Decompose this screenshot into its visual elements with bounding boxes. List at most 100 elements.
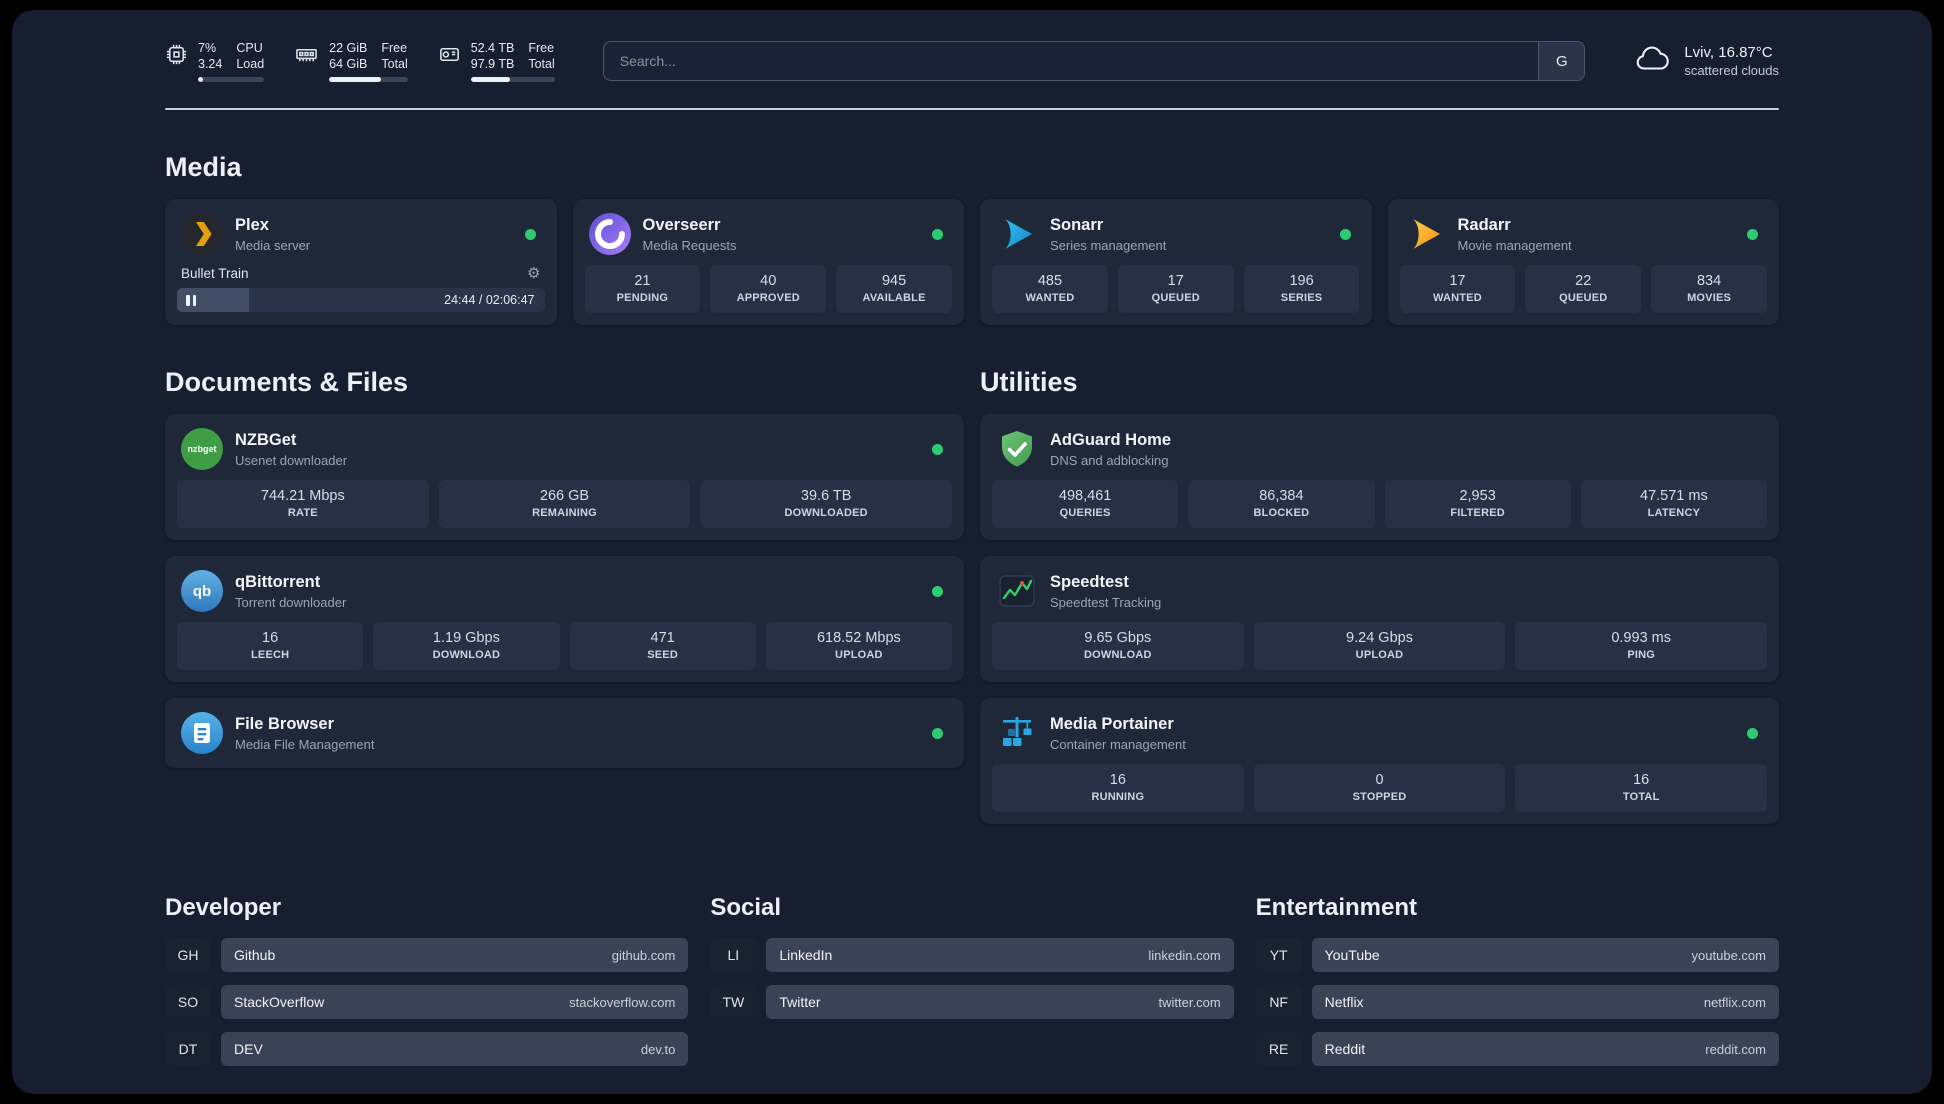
app-name: Media Portainer: [1050, 714, 1174, 733]
adguard-card[interactable]: AdGuard Home DNS and adblocking 498,461 …: [980, 414, 1779, 540]
bookmark-group-title: Entertainment: [1255, 894, 1418, 921]
status-dot: [932, 727, 943, 739]
stat-label: LEECH: [250, 649, 290, 661]
bookmark-abbr: NF: [1255, 985, 1302, 1019]
bookmark-reddit[interactable]: RE Reddit reddit.com: [1255, 1032, 1779, 1066]
widget-settings-gear-icon[interactable]: ⚙: [527, 266, 540, 281]
bookmark-name: StackOverflow: [234, 994, 325, 1010]
status-dot: [932, 443, 943, 455]
search-input[interactable]: [603, 42, 1539, 80]
nzbget-card[interactable]: nzbget NZBGet Usenet downloader 744.21 M…: [165, 414, 964, 540]
stat-remaining: 266 GB REMAINING: [438, 480, 691, 528]
stat-approved: 40 APPROVED: [710, 265, 827, 313]
bookmark-twitter[interactable]: TW Twitter twitter.com: [710, 985, 1234, 1019]
stat-label: FILTERED: [1450, 507, 1505, 519]
app-subtitle: Media Requests: [642, 237, 737, 253]
filebrowser-icon: [181, 712, 223, 754]
stat-label: AVAILABLE: [862, 292, 926, 304]
overseerr-card[interactable]: Overseerr Media Requests 21 PENDING 40 A…: [572, 199, 964, 325]
stat-pending: 21 PENDING: [584, 265, 701, 313]
bookmark-group-entertainment: Entertainment YT YouTube youtube.com NF …: [1255, 894, 1779, 1079]
filebrowser-card[interactable]: File Browser Media File Management: [165, 698, 964, 768]
stat-value: 485: [1037, 273, 1063, 289]
bookmark-abbr: DT: [165, 1032, 211, 1066]
plex-card[interactable]: Plex Media server Bullet Train ⚙ 24:44 /…: [165, 199, 557, 325]
memory-ram-icon: [294, 40, 319, 71]
app-name: AdGuard Home: [1050, 430, 1172, 449]
bookmark-youtube[interactable]: YT YouTube youtube.com: [1255, 938, 1779, 972]
bookmark-group-title: Social: [710, 894, 782, 921]
stat-download: 1.19 Gbps DOWNLOAD: [373, 622, 560, 670]
cpu-stat-group: 7% 3.24 CPU Load: [165, 40, 265, 82]
app-name: Speedtest: [1050, 572, 1129, 591]
section-title-documents: Documents & Files: [165, 367, 409, 397]
stat-available: 945 AVAILABLE: [836, 265, 952, 313]
bookmark-group-title: Developer: [165, 894, 282, 921]
stat-wanted: 17 WANTED: [1399, 265, 1516, 313]
stat-value: 47.571 ms: [1640, 488, 1708, 504]
disk-stat-group: 52.4 TB 97.9 TB Free Total: [438, 40, 555, 82]
stat-value: 22: [1575, 273, 1592, 289]
qbittorrent-card[interactable]: qb qBittorrent Torrent downloader 16 LEE…: [165, 556, 964, 682]
media-card-row: Plex Media server Bullet Train ⚙ 24:44 /…: [165, 199, 1779, 325]
app-subtitle: Movie management: [1457, 237, 1572, 253]
playback-progress-bar[interactable]: 24:44 / 02:06:47: [177, 288, 545, 312]
stat-value: 21: [634, 273, 651, 289]
stat-label: WANTED: [1025, 292, 1075, 304]
bookmark-name: Twitter: [779, 994, 821, 1010]
stat-queued: 22 QUEUED: [1525, 265, 1642, 313]
overseerr-icon: [588, 213, 631, 255]
stat-label: SEED: [647, 649, 678, 661]
sonarr-card[interactable]: Sonarr Series management 485 WANTED 17 Q…: [980, 199, 1372, 325]
stat-label: QUEUED: [1559, 292, 1608, 304]
app-subtitle: DNS and adblocking: [1050, 452, 1169, 468]
bookmark-abbr: LI: [710, 938, 757, 972]
bookmark-abbr: RE: [1255, 1032, 1302, 1066]
cpu-usage-bar: [198, 77, 265, 82]
stat-running: 16 RUNNING: [992, 764, 1244, 812]
bookmark-name: YouTube: [1324, 947, 1380, 963]
bookmark-dev[interactable]: DT DEV dev.to: [165, 1032, 689, 1066]
bookmark-name: Reddit: [1324, 1041, 1366, 1057]
stat-value: 618.52 Mbps: [816, 630, 901, 646]
disk-total-value: 97.9 TB: [470, 57, 515, 71]
stat-value: 86,384: [1259, 488, 1304, 504]
bookmark-url: stackoverflow.com: [569, 994, 676, 1010]
qbittorrent-icon: qb: [181, 570, 223, 612]
memory-total-value: 64 GiB: [329, 57, 368, 71]
disk-free-value: 52.4 TB: [470, 41, 515, 55]
status-dot: [932, 228, 943, 240]
bookmark-url: linkedin.com: [1148, 947, 1221, 963]
status-dot: [524, 228, 536, 240]
memory-free-label: Free: [381, 41, 408, 55]
bookmark-linkedin[interactable]: LI LinkedIn linkedin.com: [710, 938, 1234, 972]
portainer-card[interactable]: Media Portainer Container management 16 …: [980, 698, 1779, 824]
app-name: Radarr: [1457, 215, 1511, 234]
cpu-load-label: Load: [236, 57, 265, 71]
bookmark-abbr: SO: [165, 985, 211, 1019]
stat-value: 2,953: [1459, 488, 1496, 504]
app-subtitle: Speedtest Tracking: [1050, 594, 1162, 610]
stat-value: 498,461: [1058, 488, 1112, 504]
stat-label: DOWNLOADED: [784, 507, 868, 519]
playback-time: 24:44 / 02:06:47: [444, 293, 535, 307]
stat-rate: 744.21 Mbps RATE: [177, 480, 429, 528]
cloud-icon: [1633, 43, 1671, 80]
memory-free-value: 22 GiB: [329, 41, 368, 55]
radarr-card[interactable]: Radarr Movie management 17 WANTED 22 QUE…: [1387, 199, 1779, 325]
bookmark-github[interactable]: GH Github github.com: [165, 938, 689, 972]
pause-icon[interactable]: [186, 294, 196, 306]
stat-filtered: 2,953 FILTERED: [1384, 480, 1571, 528]
bookmark-name: Github: [234, 947, 276, 963]
bookmark-stackoverflow[interactable]: SO StackOverflow stackoverflow.com: [165, 985, 689, 1019]
stat-value: 17: [1449, 273, 1466, 289]
search-provider-button[interactable]: G: [1538, 42, 1585, 80]
stat-value: 9.24 Gbps: [1346, 630, 1413, 646]
speedtest-card[interactable]: Speedtest Speedtest Tracking 9.65 Gbps D…: [980, 556, 1779, 682]
app-name: File Browser: [235, 714, 335, 733]
disk-drive-icon: [438, 40, 461, 71]
bookmark-netflix[interactable]: NF Netflix netflix.com: [1255, 985, 1779, 1019]
now-playing-title: Bullet Train: [181, 266, 249, 281]
stat-label: MOVIES: [1687, 292, 1732, 304]
portainer-crane-icon: [996, 712, 1038, 754]
